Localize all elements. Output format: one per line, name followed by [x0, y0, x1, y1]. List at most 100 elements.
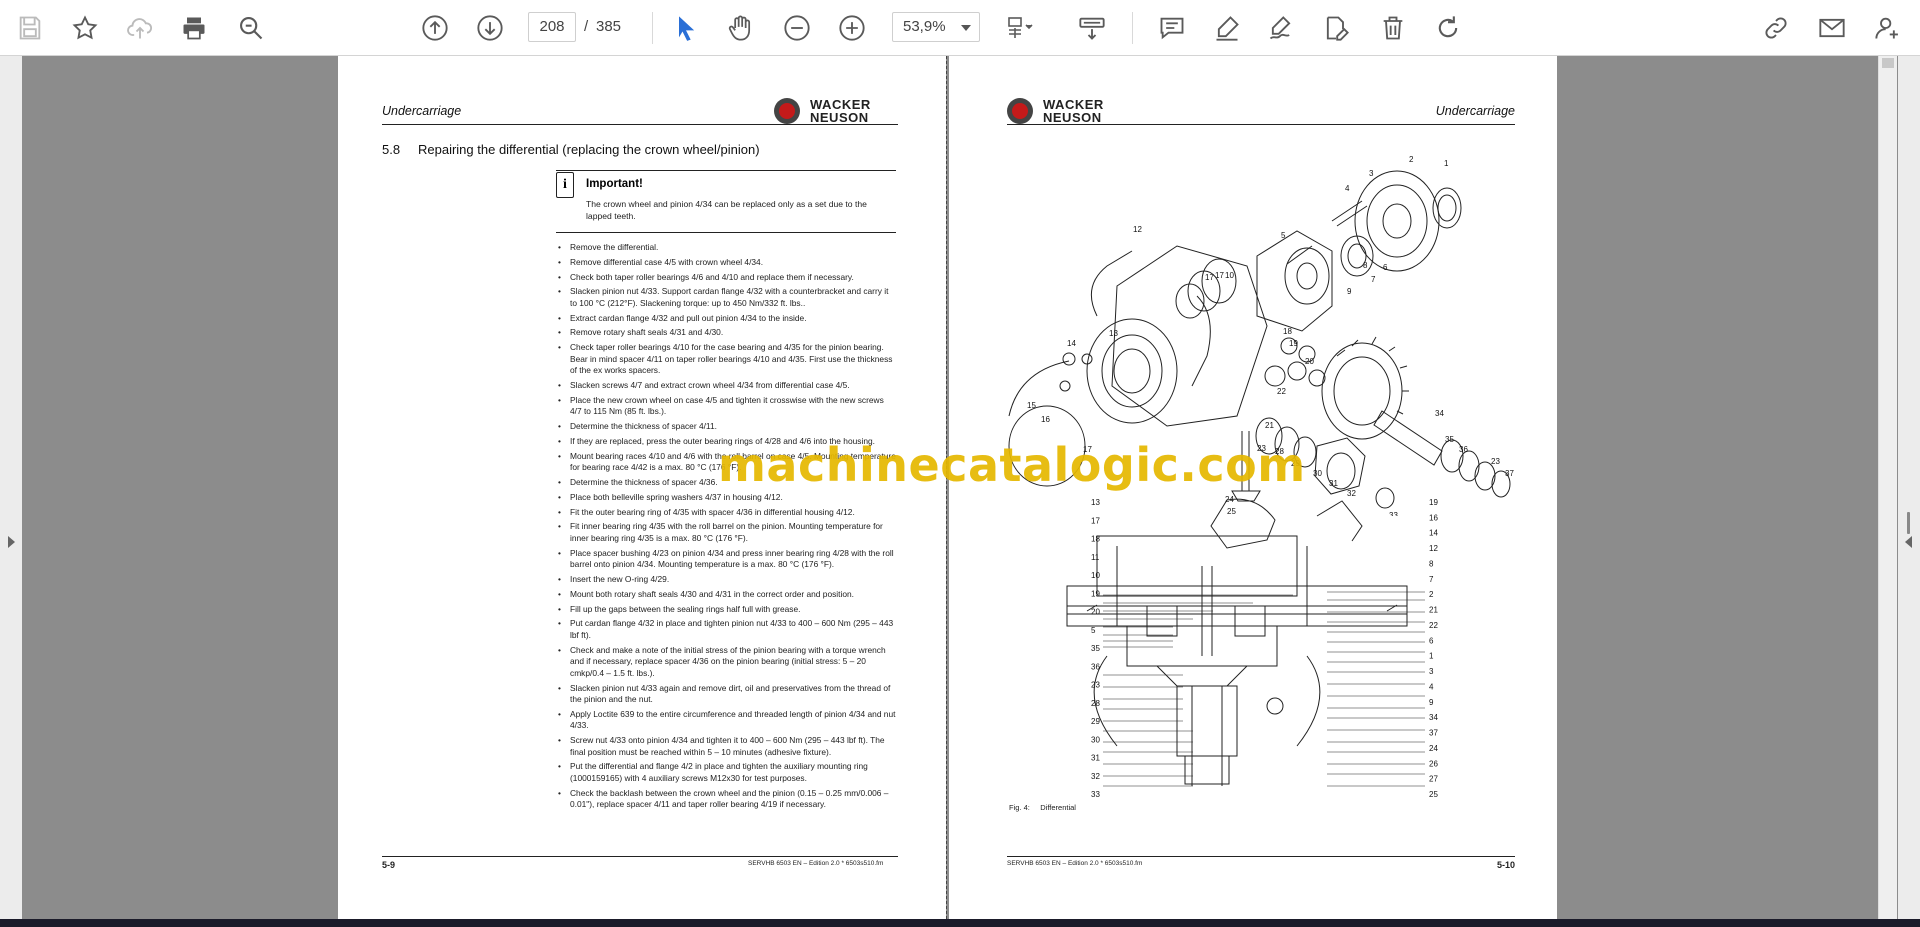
- right-panel-toggle[interactable]: [1898, 56, 1920, 919]
- figure-number: Fig. 4:: [1009, 803, 1030, 812]
- svg-text:17: 17: [1215, 271, 1224, 280]
- email-icon[interactable]: [1814, 10, 1850, 46]
- hand-pan-icon[interactable]: [723, 10, 759, 46]
- svg-text:10: 10: [1225, 271, 1234, 280]
- part-label: 30: [1091, 735, 1100, 744]
- procedure-step: Insert the new O-ring 4/29.: [556, 574, 896, 586]
- part-label: 5: [1091, 626, 1096, 635]
- page-header-title: Undercarriage: [1435, 104, 1515, 118]
- section-number: 5.8: [382, 142, 401, 157]
- zoom-out-icon[interactable]: [779, 10, 815, 46]
- footer-document-id: SERVHB 6503 EN – Edition 2.0 * 6503s510.…: [748, 860, 884, 867]
- part-label: 3: [1429, 667, 1434, 676]
- page-total: 385: [596, 18, 622, 35]
- header-rule: [382, 124, 898, 125]
- part-label: 37: [1429, 729, 1438, 738]
- footer-document-id: SERVHB 6503 EN – Edition 2.0 * 6503s510.…: [1007, 860, 1143, 867]
- zoom-level-select[interactable]: 53,9%: [892, 12, 980, 42]
- procedure-step: Check both taper roller bearings 4/6 and…: [556, 272, 896, 284]
- footer-page-number: 5-9: [382, 860, 396, 870]
- redo-rotate-icon[interactable]: [1430, 10, 1466, 46]
- page-number-input[interactable]: 208: [528, 12, 576, 42]
- procedure-step: Put cardan flange 4/32 in place and tigh…: [556, 618, 896, 641]
- procedure-step: Check and make a note of the initial str…: [556, 645, 896, 680]
- part-label: 26: [1429, 759, 1438, 768]
- page-header-title: Undercarriage: [382, 104, 462, 118]
- svg-text:14: 14: [1067, 339, 1076, 348]
- svg-text:4: 4: [1345, 184, 1350, 193]
- svg-text:16: 16: [1041, 415, 1050, 424]
- svg-text:36: 36: [1459, 445, 1468, 454]
- toolbar-separator: [652, 12, 653, 44]
- print-icon[interactable]: [176, 10, 212, 46]
- part-label: 7: [1429, 575, 1434, 584]
- svg-text:3: 3: [1369, 169, 1374, 178]
- procedure-step: Determine the thickness of spacer 4/11.: [556, 421, 896, 433]
- highlight-pen-icon[interactable]: [1209, 10, 1245, 46]
- svg-text:23: 23: [1491, 457, 1500, 466]
- part-label: 9: [1429, 698, 1434, 707]
- svg-text:34: 34: [1435, 409, 1444, 418]
- toolbar: 208 / 385 53,9%: [0, 0, 1920, 56]
- svg-text:20: 20: [1305, 357, 1314, 366]
- next-page-icon[interactable]: [472, 10, 508, 46]
- draw-freehand-icon[interactable]: [1263, 10, 1299, 46]
- part-label: 31: [1091, 754, 1100, 763]
- trash-icon[interactable]: [1375, 10, 1411, 46]
- svg-text:30: 30: [1313, 469, 1322, 478]
- previous-page-icon[interactable]: [417, 10, 453, 46]
- procedure-step: Fit the outer bearing ring of 4/35 with …: [556, 507, 896, 519]
- section-title: 5.8 Repairing the differential (replacing…: [382, 142, 760, 157]
- part-label: 27: [1429, 775, 1438, 784]
- footer-rule: [1007, 856, 1515, 857]
- upload-cloud-icon[interactable]: [122, 10, 158, 46]
- edit-document-icon[interactable]: [1318, 10, 1354, 46]
- part-label: 8: [1429, 559, 1434, 568]
- figure-caption: Fig. 4: Differential: [1009, 803, 1076, 812]
- procedure-steps: Remove the differential. Remove different…: [556, 242, 896, 814]
- vertical-scrollbar[interactable]: [1878, 56, 1897, 919]
- svg-text:1: 1: [1444, 159, 1449, 168]
- procedure-step: Slacken screws 4/7 and extract crown whe…: [556, 380, 896, 392]
- svg-text:37: 37: [1505, 469, 1514, 478]
- bookmark-star-icon[interactable]: [67, 10, 103, 46]
- procedure-step: Apply Loctite 639 to the entire circumfe…: [556, 709, 896, 732]
- part-label: 1: [1429, 652, 1434, 661]
- part-label: 32: [1091, 772, 1100, 781]
- left-panel-toggle[interactable]: [0, 56, 22, 919]
- svg-text:5: 5: [1281, 231, 1286, 240]
- part-label: 10: [1091, 571, 1100, 580]
- add-user-icon[interactable]: [1870, 10, 1906, 46]
- page-layout-icon[interactable]: [1002, 10, 1038, 46]
- part-label: 17: [1091, 516, 1100, 525]
- comment-icon[interactable]: [1154, 10, 1190, 46]
- procedure-step: Place spacer bushing 4/23 on pinion 4/34…: [556, 548, 896, 571]
- logo-mark-icon: [1007, 98, 1033, 124]
- page-separator: /: [584, 18, 589, 35]
- panel-grip[interactable]: [1907, 512, 1910, 534]
- part-label: 22: [1429, 621, 1438, 630]
- svg-text:2: 2: [1409, 155, 1414, 164]
- select-cursor-icon[interactable]: [668, 10, 704, 46]
- part-label: 28: [1091, 699, 1100, 708]
- part-label: 11: [1091, 553, 1100, 562]
- svg-text:35: 35: [1445, 435, 1454, 444]
- procedure-step: Slacken pinion nut 4/33. Support cardan …: [556, 286, 896, 309]
- procedure-step: Remove differential case 4/5 with crown …: [556, 257, 896, 269]
- share-link-icon[interactable]: [1758, 10, 1794, 46]
- zoom-in-icon[interactable]: [834, 10, 870, 46]
- svg-text:17: 17: [1205, 273, 1214, 282]
- keyboard-scroll-icon[interactable]: [1074, 10, 1110, 46]
- zoom-search-icon[interactable]: [233, 10, 269, 46]
- scrollbar-thumb[interactable]: [1882, 58, 1894, 68]
- svg-text:6: 6: [1383, 263, 1388, 272]
- save-icon[interactable]: [12, 10, 48, 46]
- svg-text:21: 21: [1265, 421, 1274, 430]
- procedure-step: Check the backlash between the crown whe…: [556, 788, 896, 811]
- important-rule-top: [556, 170, 896, 171]
- svg-text:12: 12: [1133, 225, 1142, 234]
- procedure-step: Place the new crown wheel on case 4/5 an…: [556, 395, 896, 418]
- svg-text:19: 19: [1289, 339, 1298, 348]
- part-label: 20: [1091, 608, 1100, 617]
- part-label: 12: [1429, 544, 1438, 553]
